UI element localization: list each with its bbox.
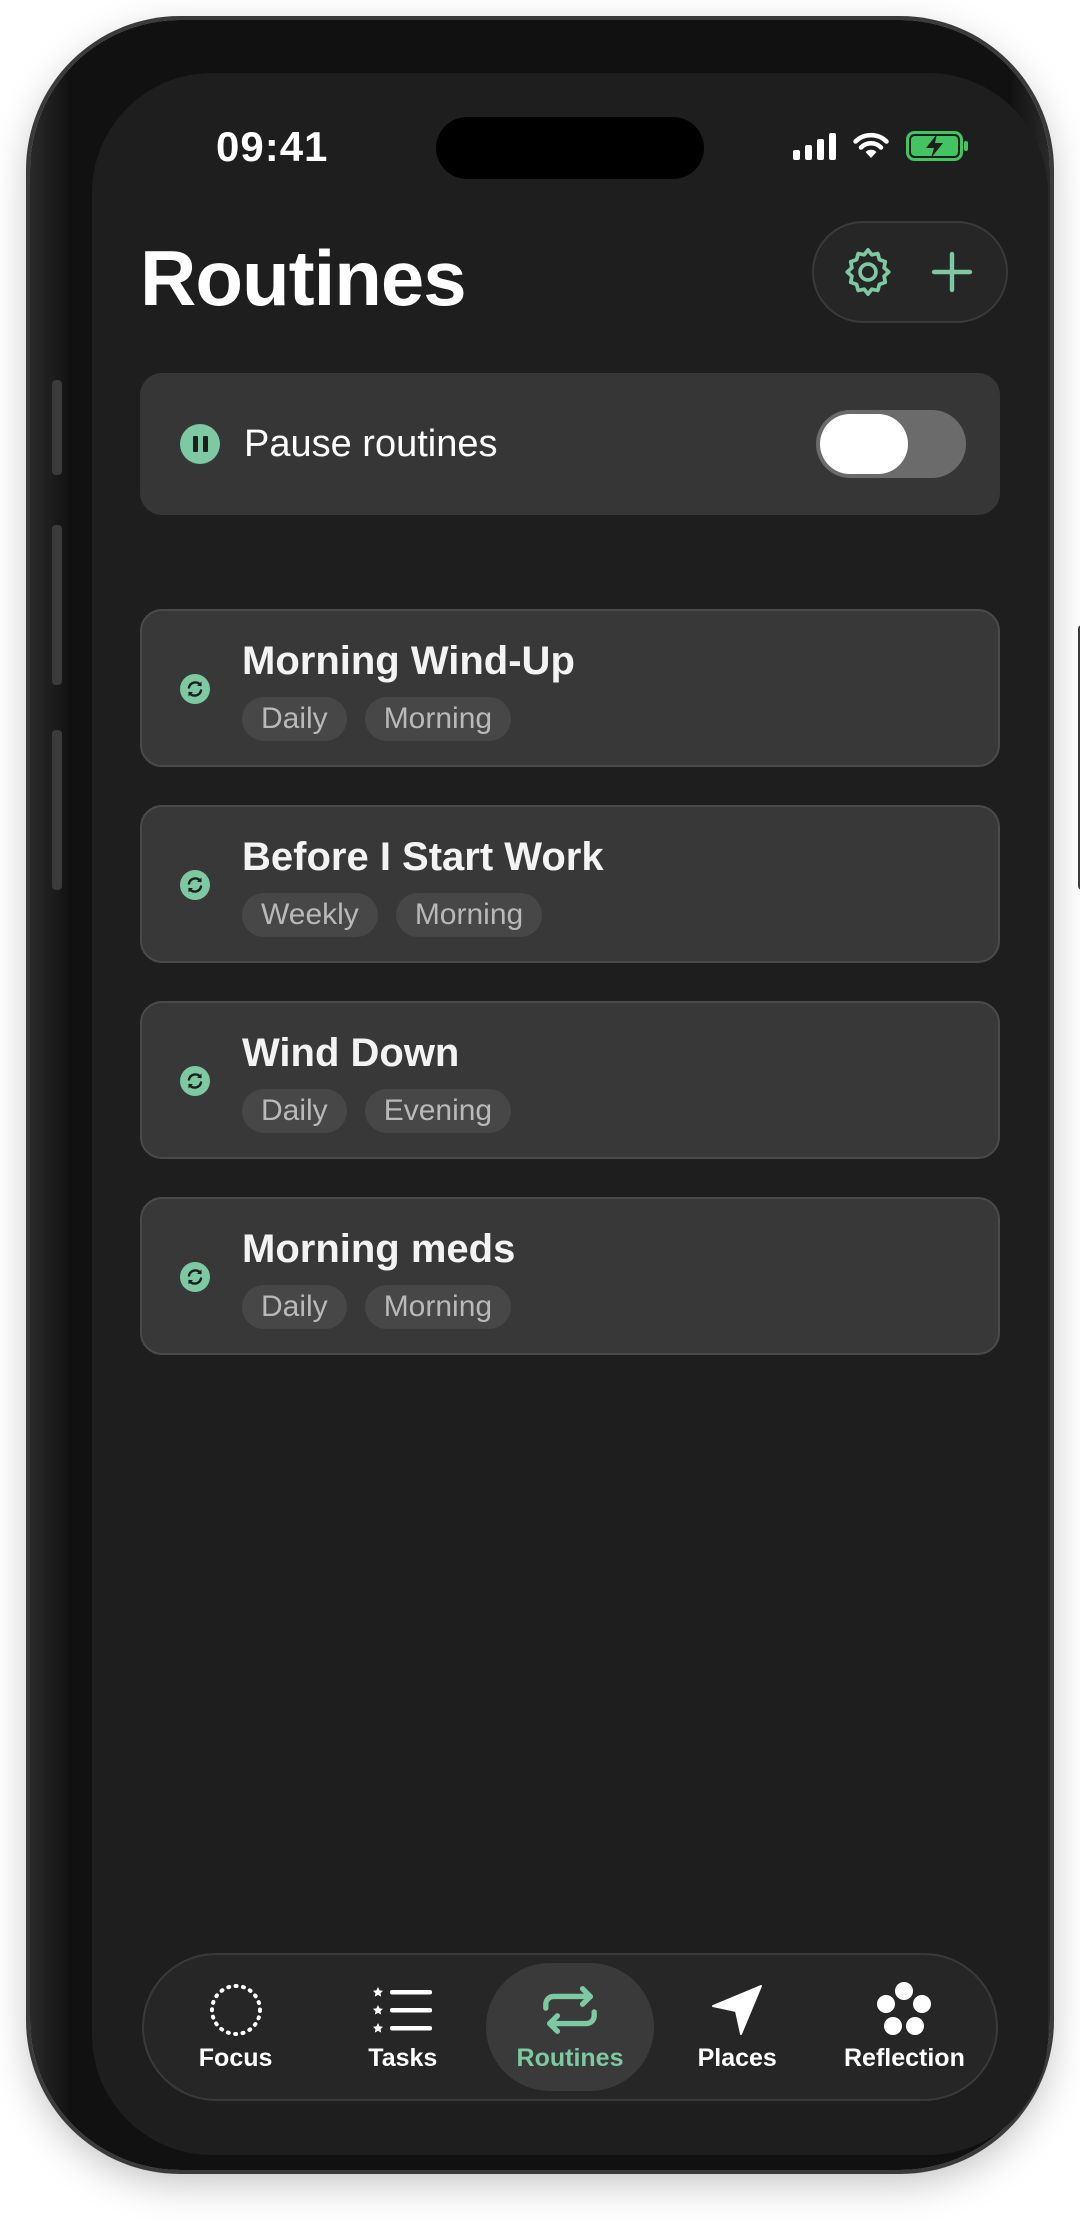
routine-name: Morning Wind-Up bbox=[242, 639, 575, 683]
battery-charging-icon bbox=[906, 131, 968, 161]
routine-card[interactable]: Morning Wind-Up Daily Morning bbox=[140, 609, 1000, 767]
volume-up-button bbox=[52, 525, 62, 685]
tab-tasks[interactable]: Tasks bbox=[319, 1963, 486, 2091]
tab-label: Places bbox=[697, 2043, 777, 2072]
phone-frame: 09:41 Routines Pause routines Morning Wi… bbox=[30, 20, 1080, 2170]
header-actions bbox=[812, 221, 1008, 323]
routine-tags: Daily Evening bbox=[242, 1089, 512, 1133]
tab-bar: Focus Tasks Routines Places Reflection bbox=[142, 1953, 998, 2101]
frequency-tag: Daily bbox=[242, 1089, 347, 1133]
routine-list: Morning Wind-Up Daily Morning Before I S… bbox=[140, 609, 1000, 1393]
tab-focus[interactable]: Focus bbox=[152, 1963, 319, 2091]
cellular-signal-icon bbox=[793, 132, 836, 160]
volume-down-button bbox=[52, 730, 62, 890]
routine-card[interactable]: Morning meds Daily Morning bbox=[140, 1197, 1000, 1355]
tab-places[interactable]: Places bbox=[654, 1963, 821, 2091]
repeat-circle-icon bbox=[180, 1262, 210, 1292]
plus-icon bbox=[931, 251, 973, 293]
dynamic-island bbox=[436, 117, 704, 179]
repeat-circle-icon bbox=[180, 674, 210, 704]
routine-name: Morning meds bbox=[242, 1227, 516, 1271]
time-of-day-tag: Morning bbox=[395, 893, 543, 937]
status-time: 09:41 bbox=[216, 123, 329, 170]
tab-label: Tasks bbox=[368, 2043, 438, 2072]
frequency-tag: Daily bbox=[242, 697, 347, 741]
pause-routines-label: Pause routines bbox=[244, 422, 498, 465]
tab-label: Focus bbox=[198, 2043, 273, 2072]
page-title: Routines bbox=[140, 234, 467, 322]
routine-card[interactable]: Wind Down Daily Evening bbox=[140, 1001, 1000, 1159]
routine-tags: Weekly Morning bbox=[242, 893, 543, 937]
settings-button[interactable] bbox=[833, 237, 903, 307]
frequency-tag: Weekly bbox=[242, 893, 378, 937]
tab-label: Reflection bbox=[843, 2043, 965, 2072]
time-of-day-tag: Morning bbox=[364, 1285, 512, 1329]
location-arrow-icon bbox=[707, 1982, 767, 2038]
silent-switch bbox=[52, 380, 62, 475]
time-of-day-tag: Evening bbox=[364, 1089, 512, 1133]
frequency-tag: Daily bbox=[242, 1285, 347, 1329]
screen: 09:41 Routines Pause routines Morning Wi… bbox=[92, 73, 1048, 2155]
repeat-circle-icon bbox=[180, 1066, 210, 1096]
routine-tags: Daily Morning bbox=[242, 1285, 512, 1329]
routine-tags: Daily Morning bbox=[242, 697, 512, 741]
tab-reflection[interactable]: Reflection bbox=[821, 1963, 988, 2091]
routine-name: Wind Down bbox=[242, 1031, 460, 1075]
routine-name: Before I Start Work bbox=[242, 835, 604, 879]
tasks-list-icon bbox=[372, 1982, 433, 2038]
add-routine-button[interactable] bbox=[917, 237, 987, 307]
focus-circle-icon bbox=[206, 1982, 266, 2038]
pause-routines-toggle[interactable] bbox=[816, 410, 966, 478]
repeat-icon bbox=[540, 1982, 600, 2038]
status-icons bbox=[793, 131, 970, 161]
repeat-circle-icon bbox=[180, 870, 210, 900]
time-of-day-tag: Morning bbox=[364, 697, 512, 741]
tab-label: Routines bbox=[516, 2043, 624, 2072]
reflection-flower-icon bbox=[874, 1981, 934, 2038]
tab-routines[interactable]: Routines bbox=[486, 1963, 654, 2091]
pause-routines-row: Pause routines bbox=[140, 373, 1000, 515]
gear-icon bbox=[845, 247, 891, 297]
pause-icon bbox=[180, 424, 220, 464]
wifi-icon bbox=[853, 132, 889, 158]
toggle-knob bbox=[820, 414, 908, 474]
routine-card[interactable]: Before I Start Work Weekly Morning bbox=[140, 805, 1000, 963]
